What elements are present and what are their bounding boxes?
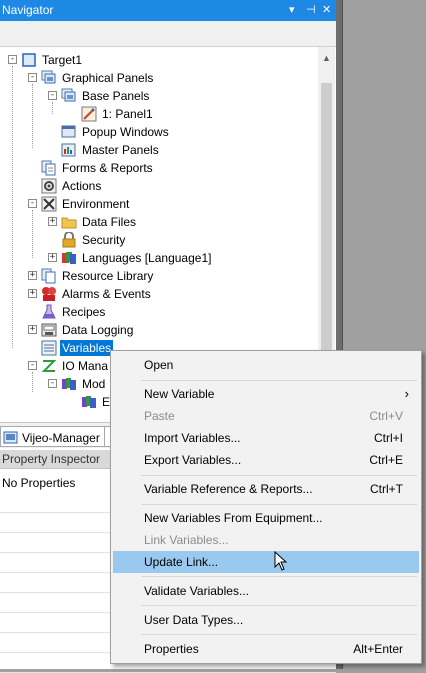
tree-item-data-logging[interactable]: + Data Logging [25, 321, 135, 339]
expand-icon[interactable]: + [28, 325, 37, 334]
menu-item-paste: Paste Ctrl+V [144, 409, 403, 423]
tree-item-data-files[interactable]: + Data Files [45, 213, 138, 231]
tree-item-panel1[interactable]: 1: Panel1 [81, 105, 155, 123]
collapse-icon[interactable]: - [28, 361, 37, 370]
dropdown-icon[interactable]: ▾ [289, 3, 295, 16]
menu-item-validate-variables[interactable]: Validate Variables... [113, 580, 419, 602]
variables-icon [41, 340, 57, 356]
io-manager-icon [41, 358, 57, 374]
languages-icon [61, 250, 77, 266]
tree-item-target1[interactable]: - Target1 [5, 51, 84, 69]
tree-item-equipment[interactable]: E [81, 393, 112, 411]
scroll-up-icon[interactable]: ▲ [322, 53, 331, 63]
popup-windows-icon [61, 124, 77, 140]
resource-library-icon [41, 268, 57, 284]
tree-item-environment[interactable]: - Environment [25, 195, 131, 213]
tree-item-base-panels[interactable]: - Base Panels [45, 87, 151, 105]
vijeo-manager-icon [3, 430, 19, 446]
expand-icon[interactable]: + [28, 289, 37, 298]
context-menu: Open New Variable › Paste Ctrl+V Import … [110, 350, 422, 664]
tree-item-master-panels[interactable]: Master Panels [61, 141, 161, 159]
tree-item-languages[interactable]: + Languages [Language1] [45, 249, 213, 267]
navigator-title: Navigator [2, 3, 54, 17]
data-logging-icon [41, 322, 57, 338]
menu-item-open[interactable]: Open [113, 354, 419, 376]
tree-item-popup-windows[interactable]: Popup Windows [61, 123, 171, 141]
base-panels-icon [61, 88, 77, 104]
alarms-events-icon [41, 286, 57, 302]
collapse-icon[interactable]: - [8, 55, 17, 64]
panel-icon [81, 106, 97, 122]
navigator-title-bar: Navigator ▾ ⊣ ✕ [0, 0, 336, 21]
submenu-arrow-icon: › [404, 386, 409, 401]
collapse-icon[interactable]: - [48, 91, 57, 100]
forms-reports-icon [41, 160, 57, 176]
menu-item-properties[interactable]: Properties Alt+Enter [113, 638, 419, 660]
environment-icon [41, 196, 57, 212]
expand-icon[interactable]: + [28, 271, 37, 280]
menu-item-update-link[interactable]: Update Link... [113, 551, 419, 573]
menu-item-new-variables-from-equipment[interactable]: New Variables From Equipment... [113, 507, 419, 529]
equipment-icon [81, 394, 97, 410]
folder-icon [61, 214, 77, 230]
tree-item-alarms-events[interactable]: + Alarms & Events [25, 285, 153, 303]
tree-item-forms-reports[interactable]: Forms & Reports [41, 159, 155, 177]
tree-item-resource-library[interactable]: + Resource Library [25, 267, 155, 285]
menu-item-variable-reference-reports[interactable]: Variable Reference & Reports... Ctrl+T [113, 478, 419, 500]
tree-item-actions[interactable]: Actions [41, 177, 103, 195]
no-properties-text: No Properties [2, 476, 76, 490]
menu-item-link-variables: Link Variables... [144, 533, 229, 547]
security-icon [61, 231, 77, 248]
menu-item-user-data-types[interactable]: User Data Types... [113, 609, 419, 631]
close-icon[interactable]: ✕ [322, 3, 331, 16]
navigator-toolbar [0, 21, 336, 47]
collapse-icon[interactable]: - [28, 73, 37, 82]
recipes-icon [41, 304, 57, 320]
tree-item-recipes[interactable]: Recipes [41, 303, 107, 321]
menu-item-export-variables[interactable]: Export Variables... Ctrl+E [113, 449, 419, 471]
collapse-icon[interactable]: - [28, 199, 37, 208]
tree-item-io-manager[interactable]: - IO Mana [25, 357, 110, 375]
actions-icon [41, 178, 57, 194]
tree-item-variables[interactable]: Variables [41, 339, 114, 357]
tree-item-modbus[interactable]: - Mod [45, 375, 107, 393]
expand-icon[interactable]: + [48, 217, 57, 226]
graphical-panels-icon [41, 70, 57, 86]
property-inspector-title: Property Inspector [2, 452, 101, 466]
tree-item-security[interactable]: Security [61, 231, 127, 249]
modbus-icon [61, 376, 77, 392]
tree-item-graphical-panels[interactable]: - Graphical Panels [25, 69, 155, 87]
target-icon [21, 52, 37, 68]
expand-icon[interactable]: + [48, 253, 57, 262]
menu-item-new-variable[interactable]: New Variable › [113, 383, 419, 405]
pin-icon[interactable]: ⊣ [306, 3, 316, 16]
menu-item-import-variables[interactable]: Import Variables... Ctrl+I [113, 427, 419, 449]
master-panels-icon [61, 142, 77, 158]
tab-vijeo-manager[interactable]: Vijeo-Manager [0, 426, 105, 447]
collapse-icon[interactable]: - [48, 379, 57, 388]
scrollbar-thumb[interactable] [321, 83, 332, 383]
mouse-cursor-icon [274, 550, 288, 575]
